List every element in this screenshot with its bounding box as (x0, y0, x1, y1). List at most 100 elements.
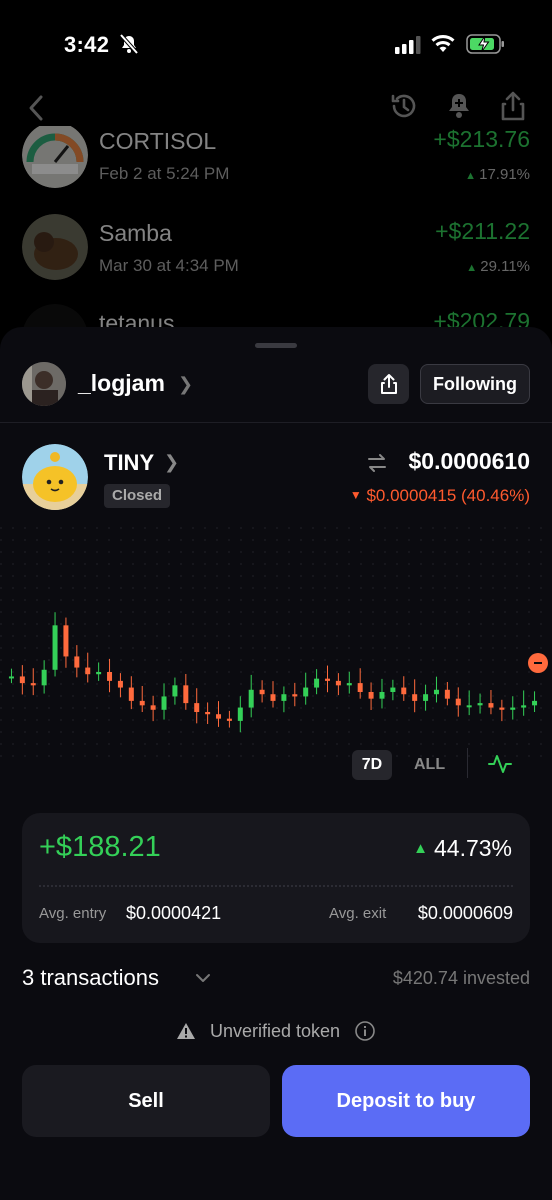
candle (41, 669, 47, 686)
battery-charging-icon (466, 34, 504, 54)
bell-plus-icon[interactable] (444, 90, 474, 122)
token-name: CORTISOL (99, 128, 217, 154)
candle (172, 685, 178, 697)
candle (19, 676, 25, 684)
divider (467, 748, 468, 778)
candle (488, 703, 494, 708)
back-icon[interactable] (26, 94, 46, 122)
candle (314, 678, 320, 688)
candle (390, 687, 396, 692)
list-item[interactable]: Samba Mar 30 at 4:34 PM +$211.22 29.11% (22, 214, 530, 284)
candle (150, 705, 156, 710)
token-amount: +$213.76 (433, 126, 530, 152)
username[interactable]: _logjam (78, 370, 165, 397)
share-icon[interactable] (498, 90, 528, 122)
chevron-right-icon: ❯ (164, 452, 180, 472)
token-header: TINY ❯ Closed $0.0000610 ▼ $0.0000415 (4… (22, 444, 530, 514)
candle (194, 703, 200, 712)
candle (477, 703, 483, 706)
token-pct: 29.11% (466, 258, 530, 275)
deposit-to-buy-button[interactable]: Deposit to buy (282, 1065, 530, 1137)
candle (107, 672, 113, 681)
candle (444, 689, 450, 699)
price-change-value: $0.0000415 (40.46%) (366, 486, 530, 505)
candle (30, 683, 36, 686)
candle (128, 687, 134, 701)
token-avatar (22, 214, 88, 280)
candle (433, 689, 439, 695)
line-chart-toggle-icon[interactable] (488, 752, 512, 776)
token-date: Mar 30 at 4:34 PM (99, 256, 239, 275)
chevron-down-icon (196, 974, 210, 982)
bell-muted-icon (119, 33, 139, 55)
candle (139, 700, 145, 706)
candle (423, 694, 429, 701)
avg-entry-label: Avg. entry (39, 905, 107, 922)
range-selector: 7D ALL (350, 748, 530, 790)
candle (357, 683, 363, 692)
candle (499, 707, 505, 710)
share-icon (380, 374, 397, 394)
wifi-icon (431, 35, 455, 52)
token-avatar (22, 126, 88, 188)
candle (74, 656, 80, 668)
signal-icon (395, 36, 421, 54)
candle (368, 692, 374, 699)
info-icon[interactable] (354, 1020, 376, 1042)
candle (335, 680, 341, 686)
holdings-list: CORTISOL Feb 2 at 5:24 PM +$213.76 17.91… (0, 126, 552, 336)
candle (96, 672, 102, 675)
range-7d-button[interactable]: 7D (352, 750, 392, 780)
up-triangle-icon: ▲ (413, 840, 428, 857)
candle (183, 685, 189, 704)
transactions-row[interactable]: 3 transactions $420.74 invested (22, 965, 530, 995)
candle (63, 625, 69, 657)
user-avatar[interactable] (22, 362, 66, 406)
token-name: Samba (99, 220, 172, 246)
candle (205, 712, 211, 715)
token-date: Feb 2 at 5:24 PM (99, 164, 230, 183)
candle (248, 689, 254, 708)
token-price: $0.0000610 (408, 448, 530, 474)
candle (52, 625, 58, 670)
candle (270, 694, 276, 701)
candle (324, 678, 330, 681)
swap-icon[interactable] (366, 452, 388, 474)
candle (455, 698, 461, 706)
range-all-button[interactable]: ALL (414, 750, 445, 780)
candle (85, 667, 91, 675)
candle (303, 687, 309, 697)
list-item[interactable]: CORTISOL Feb 2 at 5:24 PM +$213.76 17.91… (22, 126, 530, 192)
candle (379, 692, 385, 699)
down-triangle-icon: ▼ (349, 488, 362, 502)
user-row: _logjam ❯ Following (22, 362, 530, 406)
token-pct: 17.91% (465, 166, 530, 183)
pnl-percent-value: 44.73% (433, 835, 512, 861)
token-name[interactable]: TINY (104, 450, 154, 476)
invested-amount: $420.74 invested (392, 968, 530, 988)
status-badge: Closed (104, 484, 171, 508)
unverified-warning: Unverified token (0, 1020, 552, 1048)
following-button[interactable]: Following (420, 364, 530, 404)
candle (292, 694, 298, 697)
candle (521, 705, 527, 708)
share-button[interactable] (368, 364, 409, 404)
warning-icon (176, 1023, 195, 1039)
candle (510, 707, 516, 710)
candle (532, 700, 538, 706)
candle (281, 694, 287, 701)
status-bar: 3:42 (0, 0, 552, 90)
price-change: ▼ $0.0000415 (40.46%) (350, 486, 530, 506)
candle (412, 694, 418, 701)
history-icon[interactable] (388, 90, 420, 122)
avg-exit-label: Avg. exit (329, 905, 387, 922)
pnl-card: +$188.21 ▲ 44.73% Avg. entry $0.0000421 A… (22, 813, 530, 943)
candle (226, 718, 232, 721)
token-avatar[interactable] (22, 444, 88, 510)
sheet-handle[interactable] (255, 343, 297, 348)
transactions-label[interactable]: 3 transactions (22, 965, 159, 991)
last-price-marker (528, 653, 548, 673)
sell-button[interactable]: Sell (22, 1065, 270, 1137)
candle (161, 696, 167, 710)
pnl-percent: ▲ 44.73% (413, 835, 512, 862)
